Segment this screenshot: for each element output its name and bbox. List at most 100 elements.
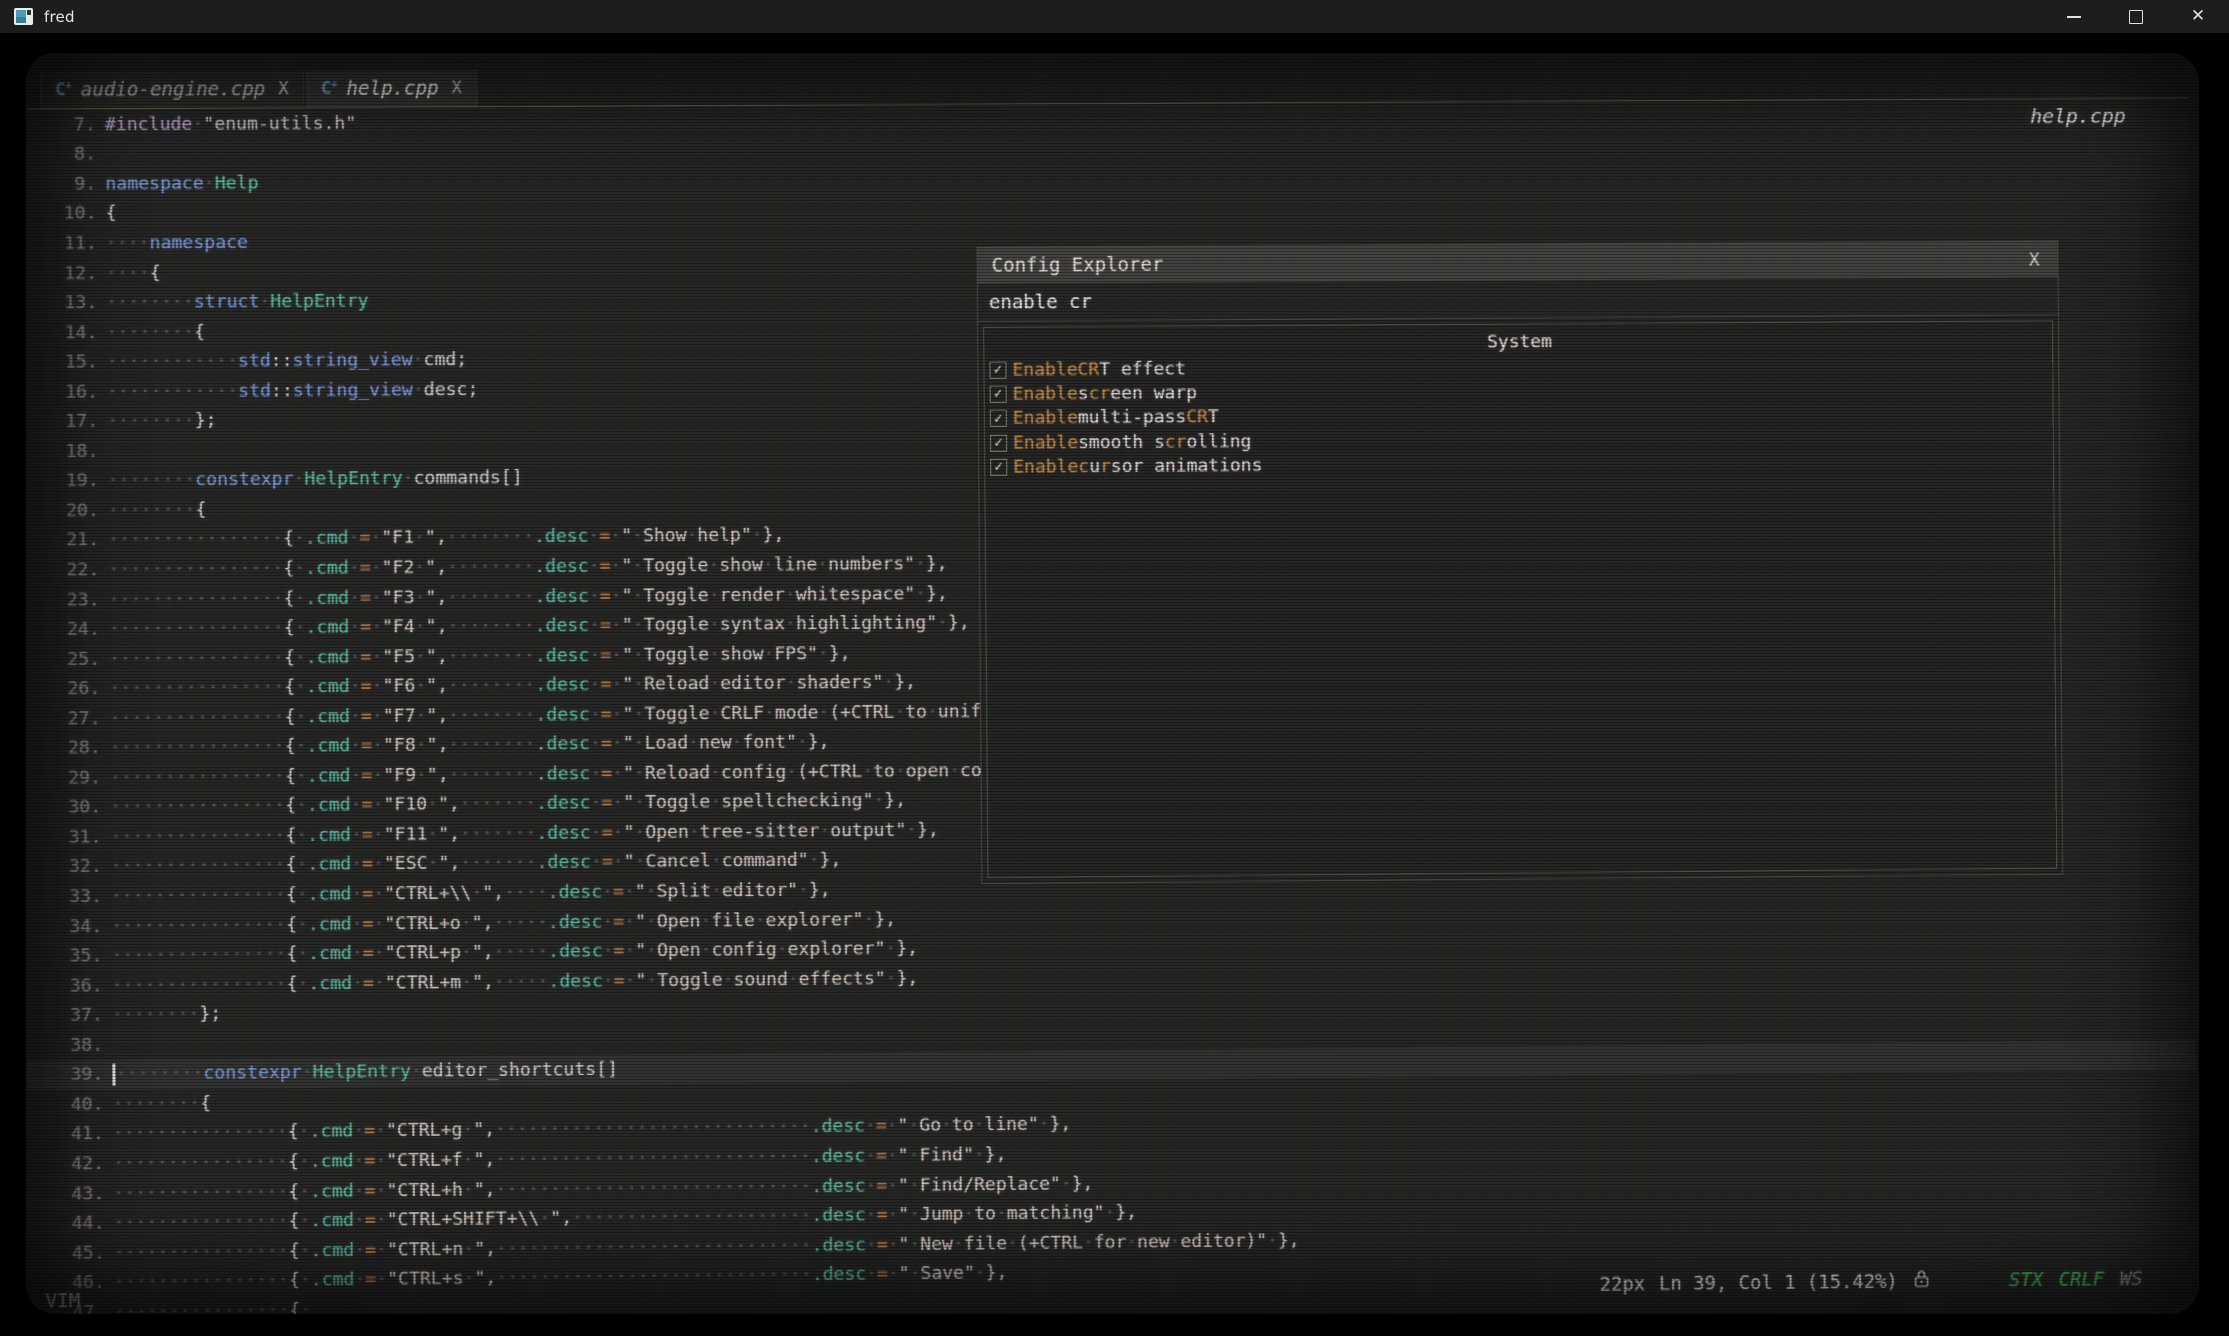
- config-search-input[interactable]: enable cr: [978, 277, 2058, 321]
- window-title: fred: [44, 8, 75, 26]
- line-number: 21.: [26, 530, 108, 552]
- line-number: 41.: [26, 1123, 113, 1145]
- tab-close-icon[interactable]: X: [278, 79, 288, 99]
- line-number: 25.: [26, 648, 109, 670]
- option-label-segment: CR: [1077, 359, 1099, 380]
- line-number: 45.: [26, 1242, 114, 1264]
- line-number: 19.: [26, 470, 108, 492]
- option-label-segment: sor animations: [1111, 455, 1263, 477]
- option-label-segment: Enable: [1013, 432, 1078, 453]
- popup-close-button[interactable]: X: [2025, 249, 2044, 270]
- checkbox[interactable]: ✓: [989, 361, 1006, 378]
- text-cursor: [112, 1063, 115, 1085]
- option-label-segment: u: [1089, 456, 1100, 477]
- line-number: 37.: [26, 1005, 112, 1027]
- line-number: 10.: [26, 203, 106, 225]
- app-icon: [14, 8, 33, 25]
- option-label-segment: cr: [1089, 383, 1111, 404]
- line-number: 22.: [26, 559, 109, 581]
- cursor-position: Ln 39, Col 1 (15.42%): [1659, 1271, 1898, 1295]
- filename-overlay: help.cpp: [2030, 104, 2126, 128]
- maximize-button[interactable]: [2105, 0, 2167, 33]
- maximize-icon: [2129, 10, 2143, 24]
- option-label-segment: Enable: [1012, 359, 1077, 380]
- checkbox[interactable]: ✓: [990, 459, 1007, 476]
- option-label-segment: smooth s: [1078, 431, 1165, 453]
- option-label-segment: een warp: [1110, 382, 1197, 404]
- line-number: 9.: [26, 173, 105, 195]
- line-number: 8.: [26, 144, 105, 166]
- option-label-segment: T: [1208, 407, 1219, 428]
- line-number: 16.: [26, 381, 107, 403]
- config-explorer-popup: Config Explorer X enable cr System ✓Enab…: [976, 241, 2063, 885]
- tab-close-icon[interactable]: X: [452, 78, 462, 98]
- status-flag-STX: STX: [2009, 1269, 2043, 1291]
- editor-mode: VIM: [45, 1290, 80, 1312]
- line-number: 26.: [26, 678, 109, 700]
- tab-label: audio-engine.cpp: [81, 78, 266, 101]
- option-label-segment: Enable: [1013, 383, 1078, 404]
- window-controls: ✕: [2043, 0, 2229, 33]
- window-titlebar: fred ✕: [0, 0, 2229, 33]
- line-number: 35.: [26, 945, 112, 967]
- tab-audio-engine.cpp[interactable]: C+ audio-engine.cpp X: [40, 71, 304, 108]
- minimize-button[interactable]: [2043, 0, 2105, 33]
- option-label-segment: cr: [1165, 431, 1187, 452]
- minimize-icon: [2067, 16, 2081, 18]
- status-font-size: 22px: [1600, 1273, 1646, 1295]
- line-number: 28.: [26, 737, 110, 759]
- line-number: 40.: [26, 1094, 113, 1116]
- editor-surface: 6.#include·"config.h"7.#include·"enum-ut…: [26, 53, 2198, 1314]
- popup-body: System ✓Enable CRT effect✓Enable screen …: [983, 320, 2057, 878]
- line-number: 31.: [26, 826, 111, 848]
- close-button[interactable]: ✕: [2167, 0, 2229, 33]
- checkbox[interactable]: ✓: [990, 434, 1007, 451]
- checkbox[interactable]: ✓: [990, 410, 1007, 427]
- line-number: 29.: [26, 767, 110, 789]
- popup-title: Config Explorer: [992, 254, 1164, 277]
- line-number: 15.: [26, 351, 107, 373]
- option-label-segment: olling: [1186, 431, 1251, 452]
- option-label-segment: r: [1100, 456, 1111, 477]
- line-number: 43.: [26, 1183, 113, 1205]
- tab-help.cpp[interactable]: C+ help.cpp X: [306, 70, 477, 107]
- cpp-file-icon: C+: [55, 80, 72, 100]
- crt-screen: 6.#include·"config.h"7.#include·"enum-ut…: [26, 53, 2199, 1314]
- line-number: 14.: [26, 322, 107, 344]
- tab-label: help.cpp: [346, 77, 438, 100]
- option-label-segment: CR: [1186, 407, 1208, 428]
- line-number: 24.: [26, 619, 109, 641]
- line-number: 39.: [26, 1064, 113, 1086]
- option-list: ✓Enable CRT effect✓Enable screen warp✓En…: [984, 351, 2053, 479]
- line-number: 27.: [26, 708, 110, 730]
- close-icon: ✕: [2191, 8, 2205, 25]
- status-flags: STX CRLF WS: [2009, 1268, 2143, 1291]
- lock-icon: [1914, 1269, 1930, 1293]
- crt-stage: 6.#include·"config.h"7.#include·"enum-ut…: [0, 33, 2229, 1336]
- line-number: 34.: [26, 915, 111, 937]
- option-label-segment: Enable: [1013, 456, 1078, 477]
- checkbox[interactable]: ✓: [990, 386, 1007, 403]
- option-label-segment: multi-pass: [1078, 407, 1187, 429]
- status-flag-CRLF: CRLF: [2059, 1268, 2105, 1290]
- line-number: 44.: [26, 1212, 114, 1234]
- line-number: 17.: [26, 411, 107, 433]
- line-number: 20.: [26, 500, 108, 522]
- line-number: 12.: [26, 262, 106, 284]
- line-number: 13.: [26, 292, 106, 314]
- cpp-file-icon: C+: [321, 79, 338, 99]
- option-label-segment: Enable: [1013, 407, 1078, 428]
- status-flag-WS: WS: [2120, 1268, 2143, 1290]
- line-number: 11.: [26, 233, 106, 255]
- option-label-segment: s: [1078, 383, 1089, 404]
- line-number: 23.: [26, 589, 109, 611]
- code-text: [105, 143, 2189, 154]
- line-number: 30.: [26, 797, 110, 819]
- line-number: 7.: [26, 114, 105, 136]
- option-label-segment: c: [1078, 456, 1089, 477]
- line-number: 42.: [26, 1153, 113, 1175]
- option-label-segment: T effect: [1099, 358, 1186, 380]
- line-number: 36.: [26, 975, 112, 997]
- line-number: 38.: [26, 1034, 112, 1056]
- line-number: 18.: [26, 441, 108, 463]
